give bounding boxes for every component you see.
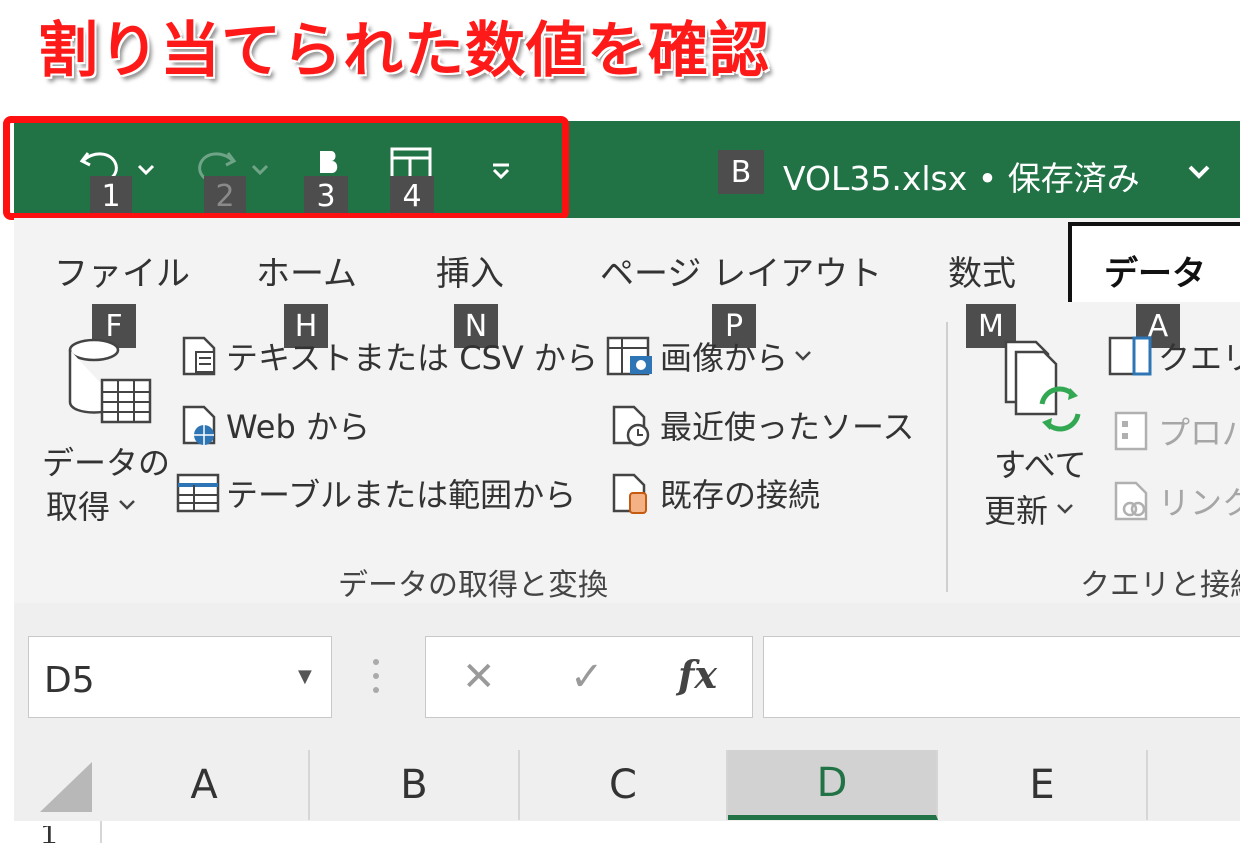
column-header-c[interactable]: C: [520, 750, 728, 820]
grip-dots-icon[interactable]: [372, 654, 380, 698]
cancel-icon[interactable]: ✕: [462, 654, 496, 700]
get-data-chevron-icon: [119, 500, 135, 510]
name-box-value: D5: [44, 660, 95, 701]
document-title[interactable]: VOL35.xlsx • 保存済み: [783, 152, 1140, 200]
queries-pane-icon: [1108, 336, 1152, 376]
queries-connections-button[interactable]: クエリと: [1106, 333, 1240, 379]
get-data-label-line1[interactable]: データの: [42, 438, 170, 484]
tab-home[interactable]: ホーム: [256, 246, 357, 295]
picture-table-icon: [606, 336, 652, 376]
group-divider: [946, 322, 948, 592]
enter-check-icon[interactable]: ✓: [570, 654, 604, 700]
properties-label: プロパ: [1158, 414, 1240, 452]
worksheet-grid[interactable]: [14, 821, 1240, 843]
row-header-1[interactable]: 1: [40, 826, 58, 843]
get-data-button[interactable]: 取得: [46, 482, 136, 528]
refresh-all-button[interactable]: 更新: [984, 486, 1074, 532]
from-picture-chevron-icon: [795, 351, 811, 361]
group-label-get-transform: データの取得と変換: [338, 568, 608, 603]
get-data-label-line2: 取得: [46, 488, 111, 526]
tab-page-layout[interactable]: ページ レイアウト: [600, 246, 882, 295]
properties-button[interactable]: プロパ: [1110, 408, 1240, 454]
from-table-range-label: テーブルまたは範囲から: [226, 476, 577, 514]
existing-connection-icon: [612, 473, 647, 514]
from-picture-button[interactable]: 画像から: [604, 333, 816, 379]
from-web-button[interactable]: Web から: [178, 402, 370, 448]
from-text-csv-label: テキストまたは CSV から: [226, 339, 598, 377]
select-all-corner[interactable]: [14, 750, 100, 820]
text-file-icon: [182, 336, 216, 376]
existing-connections-button[interactable]: 既存の接続: [608, 470, 820, 516]
name-box-dropdown-icon[interactable]: ▼: [298, 666, 312, 687]
tab-insert[interactable]: 挿入: [436, 246, 504, 295]
edit-links-label: リンクの: [1158, 484, 1240, 522]
from-table-range-button[interactable]: テーブルまたは範囲から: [174, 470, 576, 516]
formula-input[interactable]: [763, 636, 1240, 718]
recent-sources-label: 最近使ったソース: [660, 408, 915, 446]
from-text-csv-button[interactable]: テキストまたは CSV から: [178, 333, 598, 379]
tab-file[interactable]: ファイル: [54, 246, 190, 295]
from-picture-label: 画像から: [660, 339, 789, 377]
tab-formulas[interactable]: 数式: [948, 246, 1016, 295]
title-chevron-down-icon[interactable]: [1182, 158, 1216, 186]
column-header-e[interactable]: E: [938, 750, 1148, 820]
column-header-d[interactable]: D: [728, 750, 938, 820]
recent-clock-icon: [612, 405, 650, 447]
group-label-queries-connections: クエリと接続: [1080, 568, 1240, 603]
row-header-divider: [100, 821, 102, 843]
insert-function-icon[interactable]: fx: [678, 652, 717, 697]
edit-links-button[interactable]: リンクの: [1110, 478, 1240, 524]
from-web-label: Web から: [226, 408, 370, 446]
database-table-icon: [64, 336, 154, 428]
refresh-all-icon: [998, 338, 1090, 434]
headline: 割り当てられた数値を確認: [38, 16, 770, 86]
tab-data[interactable]: データ: [1104, 246, 1206, 295]
highlight-frame: [3, 116, 569, 220]
refresh-all-label-line1[interactable]: すべて: [994, 440, 1086, 486]
keytip-b: B: [718, 150, 764, 194]
edit-links-icon: [1114, 481, 1148, 521]
existing-connections-label: 既存の接続: [660, 476, 821, 514]
queries-connections-label: クエリと: [1158, 339, 1240, 377]
web-globe-icon: [182, 405, 216, 445]
column-header-b[interactable]: B: [310, 750, 520, 820]
recent-sources-button[interactable]: 最近使ったソース: [608, 402, 914, 448]
column-header-a[interactable]: A: [100, 750, 310, 820]
refresh-all-label-line2: 更新: [984, 492, 1049, 530]
properties-icon: [1114, 411, 1148, 451]
refresh-all-chevron-icon: [1057, 504, 1073, 514]
table-range-icon: [176, 473, 220, 513]
